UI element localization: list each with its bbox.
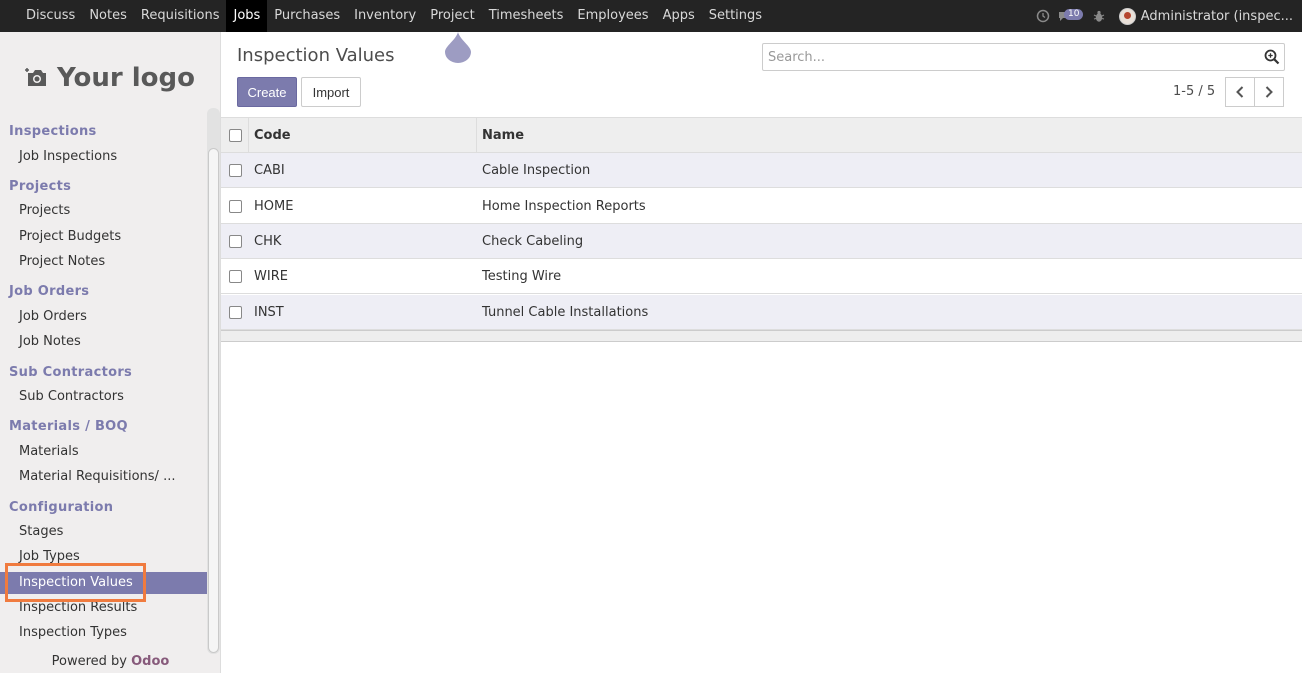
section-configuration: Configuration (9, 500, 114, 515)
cell-code: HOME (254, 199, 294, 214)
table-row[interactable]: CABI Cable Inspection (221, 153, 1302, 188)
sidebar-item-job-types[interactable]: Job Types (0, 546, 207, 568)
section-job-orders: Job Orders (9, 284, 90, 299)
sidebar-item-inspection-types[interactable]: Inspection Types (0, 622, 207, 644)
sidebar-item-project-notes[interactable]: Project Notes (0, 251, 207, 273)
row-checkbox[interactable] (229, 164, 242, 177)
cell-name: Tunnel Cable Installations (482, 305, 649, 320)
camera-icon (25, 68, 47, 86)
table-row[interactable]: HOME Home Inspection Reports (221, 189, 1302, 224)
debug-bug-icon[interactable] (1085, 0, 1113, 32)
search-input[interactable] (763, 44, 1253, 70)
sidebar-item-sub-contractors[interactable]: Sub Contractors (0, 386, 207, 408)
cell-name: Check Cabeling (482, 234, 584, 249)
search-icon[interactable] (1264, 49, 1280, 65)
logo-text: Your logo (57, 63, 195, 93)
row-checkbox[interactable] (229, 200, 242, 213)
chevron-right-icon (1265, 86, 1273, 98)
menu-inventory[interactable]: Inventory (347, 0, 423, 32)
sidebar-item-job-orders[interactable]: Job Orders (0, 306, 207, 328)
menu-purchases[interactable]: Purchases (267, 0, 347, 32)
activity-clock-icon[interactable] (1029, 0, 1057, 32)
cell-name: Home Inspection Reports (482, 199, 646, 214)
column-divider (248, 118, 249, 153)
select-all-checkbox[interactable] (229, 129, 242, 142)
table-row[interactable]: CHK Check Cabeling (221, 224, 1302, 259)
sidebar-item-stages[interactable]: Stages (0, 521, 207, 543)
menu-discuss[interactable]: Discuss (19, 0, 82, 32)
table-row[interactable]: WIRE Testing Wire (221, 259, 1302, 294)
column-header-code[interactable]: Code (254, 118, 291, 153)
sidebar-scrollbar[interactable] (207, 108, 220, 654)
drop-indicator-icon (445, 32, 471, 63)
menu-requisitions[interactable]: Requisitions (134, 0, 227, 32)
sidebar-item-job-inspections[interactable]: Job Inspections (0, 146, 207, 168)
user-name: Administrator (inspec... (1140, 8, 1293, 24)
user-menu[interactable]: Administrator (inspec... (1113, 7, 1302, 25)
pager-previous-button[interactable] (1225, 77, 1255, 107)
sidebar-item-material-requisitions[interactable]: Material Requisitions/ ... (0, 466, 207, 488)
cell-code: CABI (254, 163, 285, 178)
sidebar-item-projects[interactable]: Projects (0, 200, 207, 222)
menu-timesheets[interactable]: Timesheets (482, 0, 571, 32)
menu-employees[interactable]: Employees (570, 0, 655, 32)
row-checkbox[interactable] (229, 270, 242, 283)
cell-code: CHK (254, 234, 282, 249)
company-logo[interactable]: Your logo (20, 42, 200, 114)
sidebar-item-inspection-values[interactable]: Inspection Values (0, 572, 207, 594)
table-footer (221, 330, 1302, 342)
column-header-name[interactable]: Name (482, 118, 524, 153)
section-projects: Projects (9, 179, 72, 194)
avatar (1118, 7, 1136, 25)
sidebar-item-inspection-results[interactable]: Inspection Results (0, 597, 207, 619)
row-checkbox[interactable] (229, 235, 242, 248)
menu-settings[interactable]: Settings (702, 0, 769, 32)
search-box (762, 43, 1285, 71)
pager-next-button[interactable] (1254, 77, 1284, 107)
chevron-left-icon (1236, 86, 1244, 98)
odoo-link[interactable]: Odoo (131, 654, 169, 669)
cell-name: Cable Inspection (482, 163, 591, 178)
cell-code: INST (254, 305, 284, 320)
menu-jobs[interactable]: Jobs (226, 0, 268, 32)
app-menu: Discuss Notes Requisitions Jobs Purchase… (0, 0, 769, 32)
scrollbar-thumb[interactable] (208, 148, 219, 653)
create-button[interactable]: Create (237, 77, 297, 107)
section-materials-boq: Materials / BOQ (9, 419, 128, 434)
column-divider (476, 118, 477, 153)
sidebar: Your logo Inspections Job Inspections Pr… (0, 32, 221, 673)
menu-notes[interactable]: Notes (82, 0, 134, 32)
import-button[interactable]: Import (301, 77, 361, 107)
messages-icon[interactable]: 10 (1057, 0, 1085, 32)
menu-project[interactable]: Project (423, 0, 481, 32)
pager-value[interactable]: 1-5 / 5 (1173, 84, 1215, 99)
sidebar-item-materials[interactable]: Materials (0, 441, 207, 463)
cell-code: WIRE (254, 269, 288, 284)
top-navbar: Discuss Notes Requisitions Jobs Purchase… (0, 0, 1302, 32)
systray: 10 Administrator (inspec... (1029, 0, 1302, 32)
table-row[interactable]: INST Tunnel Cable Installations (221, 295, 1302, 330)
powered-by: Powered by Odoo (0, 654, 220, 669)
table-header: Code Name (221, 117, 1302, 153)
powered-by-text: Powered by (51, 654, 127, 669)
menu-apps[interactable]: Apps (656, 0, 702, 32)
section-sub-contractors: Sub Contractors (9, 365, 133, 380)
section-inspections: Inspections (9, 124, 97, 139)
sidebar-item-project-budgets[interactable]: Project Budgets (0, 226, 207, 248)
sidebar-item-job-notes[interactable]: Job Notes (0, 331, 207, 353)
cell-name: Testing Wire (482, 269, 562, 284)
row-checkbox[interactable] (229, 306, 242, 319)
message-count-badge: 10 (1064, 8, 1084, 20)
page-title: Inspection Values (237, 45, 395, 66)
